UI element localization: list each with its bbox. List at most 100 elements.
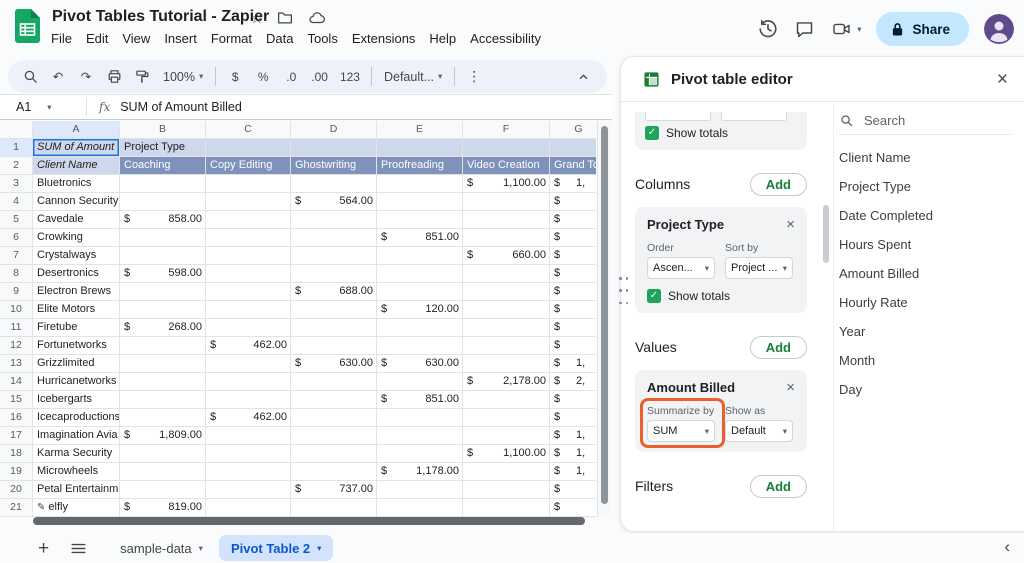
- cell-amount[interactable]: [120, 481, 206, 499]
- cell-grand-total[interactable]: $1,: [550, 445, 596, 463]
- cell-client-name[interactable]: Crystalways: [33, 247, 120, 265]
- cell-amount[interactable]: [291, 319, 377, 337]
- cell-grand-total[interactable]: $: [550, 283, 596, 301]
- format-currency-button[interactable]: $: [222, 64, 248, 90]
- collapse-toolbar-icon[interactable]: [570, 64, 596, 90]
- panel-scrollbar-thumb[interactable]: [823, 205, 829, 263]
- cell[interactable]: [377, 139, 463, 157]
- cell-amount[interactable]: [463, 229, 550, 247]
- cell-amount[interactable]: [206, 265, 291, 283]
- pivot-column-header[interactable]: Copy Editing: [206, 157, 291, 175]
- name-box[interactable]: A1 ▾: [0, 100, 86, 114]
- font-select[interactable]: Default... ▾: [378, 64, 448, 90]
- row-header-13[interactable]: 13: [0, 355, 33, 373]
- cell-amount[interactable]: [463, 301, 550, 319]
- cell-amount[interactable]: [463, 211, 550, 229]
- paint-format-icon[interactable]: [129, 64, 155, 90]
- cell-amount[interactable]: [377, 283, 463, 301]
- row-header-8[interactable]: 8: [0, 265, 33, 283]
- print-icon[interactable]: [101, 64, 127, 90]
- cell-client-name[interactable]: Imagination Avia: [33, 427, 120, 445]
- decrease-decimal-button[interactable]: .0: [278, 64, 304, 90]
- cell-amount[interactable]: $630.00: [291, 355, 377, 373]
- cell-amount[interactable]: $851.00: [377, 391, 463, 409]
- more-options-icon[interactable]: ⋮: [461, 64, 487, 90]
- panel-drag-handle[interactable]: [617, 277, 630, 304]
- spreadsheet-grid[interactable]: ABCDEFG 1 SUM of Amount Project Type 2 Clien…: [0, 121, 596, 517]
- cell-amount[interactable]: $737.00: [291, 481, 377, 499]
- show-as-select[interactable]: Default ▾: [725, 420, 793, 442]
- cell-amount[interactable]: [120, 337, 206, 355]
- column-header-D[interactable]: D: [291, 121, 377, 139]
- cell-client-name[interactable]: ✎ elfly: [33, 499, 120, 517]
- cell-A2-row-label[interactable]: Client Name: [33, 157, 120, 175]
- cell-amount[interactable]: [291, 175, 377, 193]
- row-header-14[interactable]: 14: [0, 373, 33, 391]
- sortby-select[interactable]: Project ... ▾: [725, 257, 793, 279]
- cell-B1-column-group[interactable]: Project Type: [120, 139, 206, 157]
- cell-grand-total[interactable]: $: [550, 409, 596, 427]
- pivot-column-header[interactable]: Proofreading: [377, 157, 463, 175]
- cell-amount[interactable]: [291, 463, 377, 481]
- cell-amount[interactable]: [377, 499, 463, 517]
- cell-amount[interactable]: [463, 193, 550, 211]
- increase-decimal-button[interactable]: .00: [306, 64, 333, 90]
- column-header-F[interactable]: F: [463, 121, 550, 139]
- cell-amount[interactable]: [463, 463, 550, 481]
- column-header-B[interactable]: B: [120, 121, 206, 139]
- menu-tools[interactable]: Tools: [300, 29, 344, 48]
- cell-amount[interactable]: [206, 391, 291, 409]
- cell-amount[interactable]: [206, 229, 291, 247]
- row-header-12[interactable]: 12: [0, 337, 33, 355]
- cell-grand-total[interactable]: $: [550, 337, 596, 355]
- cell-client-name[interactable]: Elite Motors: [33, 301, 120, 319]
- cell-amount[interactable]: $858.00: [120, 211, 206, 229]
- video-call-menu[interactable]: ▾: [830, 19, 861, 39]
- field-hours-spent[interactable]: Hours Spent: [839, 230, 1011, 259]
- cell-amount[interactable]: $1,809.00: [120, 427, 206, 445]
- cell-amount[interactable]: [463, 499, 550, 517]
- row-header-4[interactable]: 4: [0, 193, 33, 211]
- cell-amount[interactable]: [291, 409, 377, 427]
- format-percent-button[interactable]: %: [250, 64, 276, 90]
- cell-amount[interactable]: [377, 265, 463, 283]
- cell[interactable]: [463, 139, 550, 157]
- cell-client-name[interactable]: Karma Security: [33, 445, 120, 463]
- zoom-select[interactable]: 100% ▾: [157, 64, 209, 90]
- cell-amount[interactable]: [206, 301, 291, 319]
- cell-grand-total[interactable]: $: [550, 229, 596, 247]
- cell-amount[interactable]: $819.00: [120, 499, 206, 517]
- cell-amount[interactable]: [120, 463, 206, 481]
- cell-grand-total[interactable]: $1,: [550, 463, 596, 481]
- sheet-tab-sample-data[interactable]: sample-data ▾: [112, 541, 211, 556]
- row-header-10[interactable]: 10: [0, 301, 33, 319]
- cell-amount[interactable]: [206, 175, 291, 193]
- cell-amount[interactable]: [120, 409, 206, 427]
- cell-client-name[interactable]: Grizzlimited: [33, 355, 120, 373]
- cell-amount[interactable]: [463, 391, 550, 409]
- field-day[interactable]: Day: [839, 375, 1011, 404]
- cell-client-name[interactable]: Fortunetworks: [33, 337, 120, 355]
- cell-client-name[interactable]: Firetube: [33, 319, 120, 337]
- cell-amount[interactable]: [377, 427, 463, 445]
- cell-amount[interactable]: [377, 319, 463, 337]
- cell-grand-total[interactable]: $1,: [550, 175, 596, 193]
- menu-insert[interactable]: Insert: [157, 29, 204, 48]
- cell-grand-total[interactable]: $: [550, 391, 596, 409]
- row-header-3[interactable]: 3: [0, 175, 33, 193]
- cell-amount[interactable]: $598.00: [120, 265, 206, 283]
- pivot-column-header[interactable]: Coaching: [120, 157, 206, 175]
- cell-client-name[interactable]: Desertronics: [33, 265, 120, 283]
- avatar[interactable]: [984, 14, 1014, 44]
- row-header-18[interactable]: 18: [0, 445, 33, 463]
- cell-amount[interactable]: [463, 337, 550, 355]
- cell-amount[interactable]: [377, 481, 463, 499]
- add-sheet-icon[interactable]: +: [38, 539, 49, 558]
- row-header-17[interactable]: 17: [0, 427, 33, 445]
- row-header-9[interactable]: 9: [0, 283, 33, 301]
- cell-amount[interactable]: [377, 247, 463, 265]
- cell-amount[interactable]: $660.00: [463, 247, 550, 265]
- menu-file[interactable]: File: [44, 29, 79, 48]
- cell-grand-total[interactable]: $: [550, 193, 596, 211]
- cell-client-name[interactable]: Hurricanetworks: [33, 373, 120, 391]
